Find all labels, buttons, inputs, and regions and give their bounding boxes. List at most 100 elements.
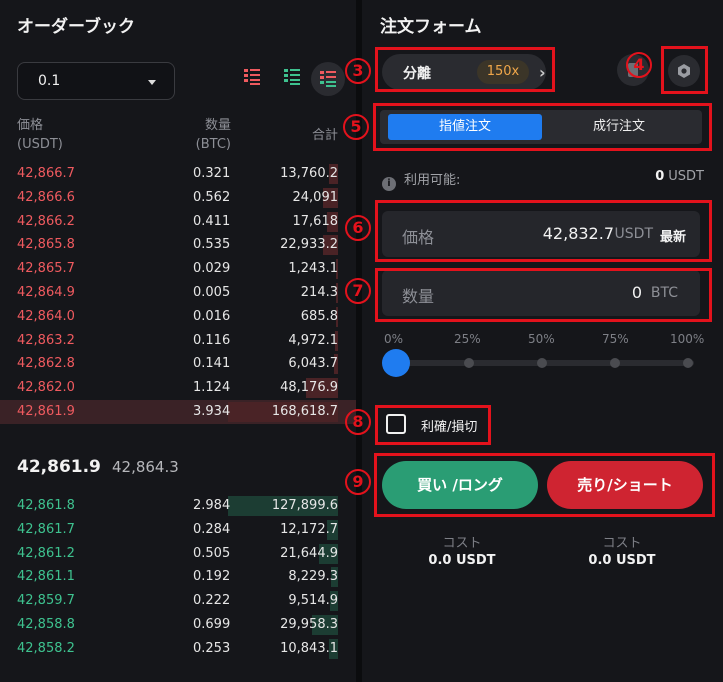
annotation-marker-5: 5 <box>343 114 369 140</box>
quantity-cell: 2.984 <box>193 498 231 513</box>
quantity-cell: 0.005 <box>193 284 231 300</box>
price-header-unit: (USDT) <box>17 137 63 152</box>
total-cell: 10,843.1 <box>280 640 338 656</box>
annotation-box-9 <box>374 453 715 517</box>
quantity-cell: 0.253 <box>193 640 231 656</box>
slider-label-25: 25% <box>454 332 481 346</box>
total-cell: 12,172.7 <box>280 521 338 537</box>
ask-row[interactable]: 42,866.7 0.321 13,760.2 <box>0 162 356 186</box>
slider-label-0: 0% <box>384 332 404 346</box>
total-cell: 9,514.9 <box>288 593 338 609</box>
total-cell: 6,043.7 <box>288 356 338 372</box>
ask-row[interactable]: 42,862.0 1.124 48,176.9 <box>0 376 356 400</box>
precision-value: 0.1 <box>38 73 61 89</box>
qty-header-unit: (BTC) <box>195 137 231 152</box>
order-book-both-icon <box>320 71 336 87</box>
both-sides-view-button[interactable] <box>311 62 345 96</box>
bid-row[interactable]: 42,858.8 0.699 29,958.3 <box>0 613 356 637</box>
ask-row[interactable]: 42,864.0 0.016 685.8 <box>0 305 356 329</box>
quantity-cell: 0.321 <box>193 166 231 181</box>
price-cell: 42,865.7 <box>17 261 75 277</box>
bids-list: 42,861.8 2.984 127,899.6 42,861.7 0.284 12,17… <box>0 494 356 661</box>
available-value: 0 <box>655 169 665 184</box>
asks-list: 42,866.7 0.321 13,760.2 42,866.6 0.562 24,091… <box>0 162 356 424</box>
available-label: 利用可能: <box>404 173 461 188</box>
bid-row[interactable]: 42,861.1 0.192 8,229.3 <box>0 565 356 589</box>
qty-header-label: 数量 <box>204 118 231 133</box>
quantity-cell: 3.934 <box>193 403 231 419</box>
price-cell: 42,862.8 <box>17 356 75 372</box>
price-cell: 42,861.2 <box>17 545 75 561</box>
price-cell: 42,862.0 <box>17 380 75 396</box>
ask-row[interactable]: 42,862.8 0.141 6,043.7 <box>0 352 356 376</box>
price-cell: 42,866.7 <box>17 166 75 181</box>
asks-list-icon <box>244 69 260 85</box>
annotation-box-8 <box>375 405 491 445</box>
price-cell: 42,858.8 <box>17 616 75 632</box>
price-cell: 42,865.8 <box>17 237 75 253</box>
qty-column-header: 数量 (BTC) <box>193 116 231 154</box>
bid-row[interactable]: 42,859.7 0.222 9,514.9 <box>0 589 356 613</box>
quantity-cell: 0.284 <box>193 521 231 537</box>
sell-cost-label: コスト <box>602 536 642 551</box>
ask-row[interactable]: 42,866.6 0.562 24,091 <box>0 186 356 210</box>
slider-label-75: 75% <box>602 332 629 346</box>
available-balance: i 利用可能: 0 USDT <box>382 169 704 191</box>
price-cell: 42,861.9 <box>17 403 75 419</box>
asks-only-view-icon[interactable] <box>241 66 267 92</box>
annotation-marker-8: 8 <box>345 409 371 435</box>
ask-row[interactable]: 42,863.2 0.116 4,972.1 <box>0 329 356 353</box>
buy-cost-label: コスト <box>442 536 482 551</box>
price-cell: 42,864.9 <box>17 284 75 300</box>
quantity-cell: 0.222 <box>193 593 231 609</box>
bid-row[interactable]: 42,858.2 0.253 10,843.1 <box>0 637 356 661</box>
order-form-title: 注文フォーム <box>380 17 482 37</box>
annotation-marker-9: 9 <box>345 469 371 495</box>
ask-row[interactable]: 42,864.9 0.005 214.3 <box>0 281 356 305</box>
bid-row[interactable]: 42,861.2 0.505 21,644.9 <box>0 542 356 566</box>
annotation-marker-7: 7 <box>345 278 371 304</box>
price-cell: 42,859.7 <box>17 593 75 609</box>
price-cell: 42,863.2 <box>17 332 75 348</box>
buy-cost-value: 0.0 USDT <box>428 553 496 568</box>
precision-select[interactable]: 0.1 <box>17 62 175 100</box>
slider-label-100: 100% <box>670 332 705 346</box>
order-book-panel: オーダーブック 0.1 価格 (USDT) 数量 (BTC) 合計 42,866… <box>0 0 356 682</box>
ask-row[interactable]: 42,861.9 3.934 168,618.7 <box>0 399 356 424</box>
ask-row[interactable]: 42,865.7 0.029 1,243.1 <box>0 257 356 281</box>
bids-only-view-icon[interactable] <box>281 66 307 92</box>
slider-tick-75[interactable] <box>610 358 620 368</box>
total-cell: 127,899.6 <box>271 498 338 513</box>
annotation-box-3 <box>375 47 555 92</box>
bids-list-icon <box>284 69 300 85</box>
price-cell: 42,858.2 <box>17 640 75 656</box>
annotation-box-6 <box>375 200 712 262</box>
quantity-cell: 0.505 <box>193 545 231 561</box>
buy-cost: コスト 0.0 USDT <box>402 532 522 568</box>
total-cell: 22,933.2 <box>280 237 338 253</box>
price-cell: 42,861.7 <box>17 521 75 537</box>
available-unit: USDT <box>668 169 704 184</box>
ask-row[interactable]: 42,866.2 0.411 17,618 <box>0 210 356 234</box>
bid-row[interactable]: 42,861.7 0.284 12,172.7 <box>0 518 356 542</box>
slider-tick-25[interactable] <box>464 358 474 368</box>
slider-tick-50[interactable] <box>537 358 547 368</box>
total-cell: 8,229.3 <box>288 569 338 585</box>
ask-row[interactable]: 42,865.8 0.535 22,933.2 <box>0 233 356 257</box>
mark-price: 42,864.3 <box>111 458 179 476</box>
slider-tick-100[interactable] <box>683 358 693 368</box>
total-cell: 48,176.9 <box>280 380 338 396</box>
total-cell: 685.8 <box>300 308 338 324</box>
quantity-cell: 0.116 <box>193 332 231 348</box>
quantity-cell: 0.411 <box>193 213 231 229</box>
bid-row[interactable]: 42,861.8 2.984 127,899.6 <box>0 494 356 518</box>
price-cell: 42,864.0 <box>17 308 75 324</box>
price-column-header: 価格 (USDT) <box>17 116 63 154</box>
slider-label-50: 50% <box>528 332 555 346</box>
order-book-title: オーダーブック <box>17 17 135 37</box>
total-cell: 4,972.1 <box>288 332 338 348</box>
total-column-header: 合計 <box>311 128 338 143</box>
total-cell: 17,618 <box>292 213 339 229</box>
quantity-slider-handle[interactable] <box>382 349 410 377</box>
annotation-box-4 <box>661 46 708 94</box>
